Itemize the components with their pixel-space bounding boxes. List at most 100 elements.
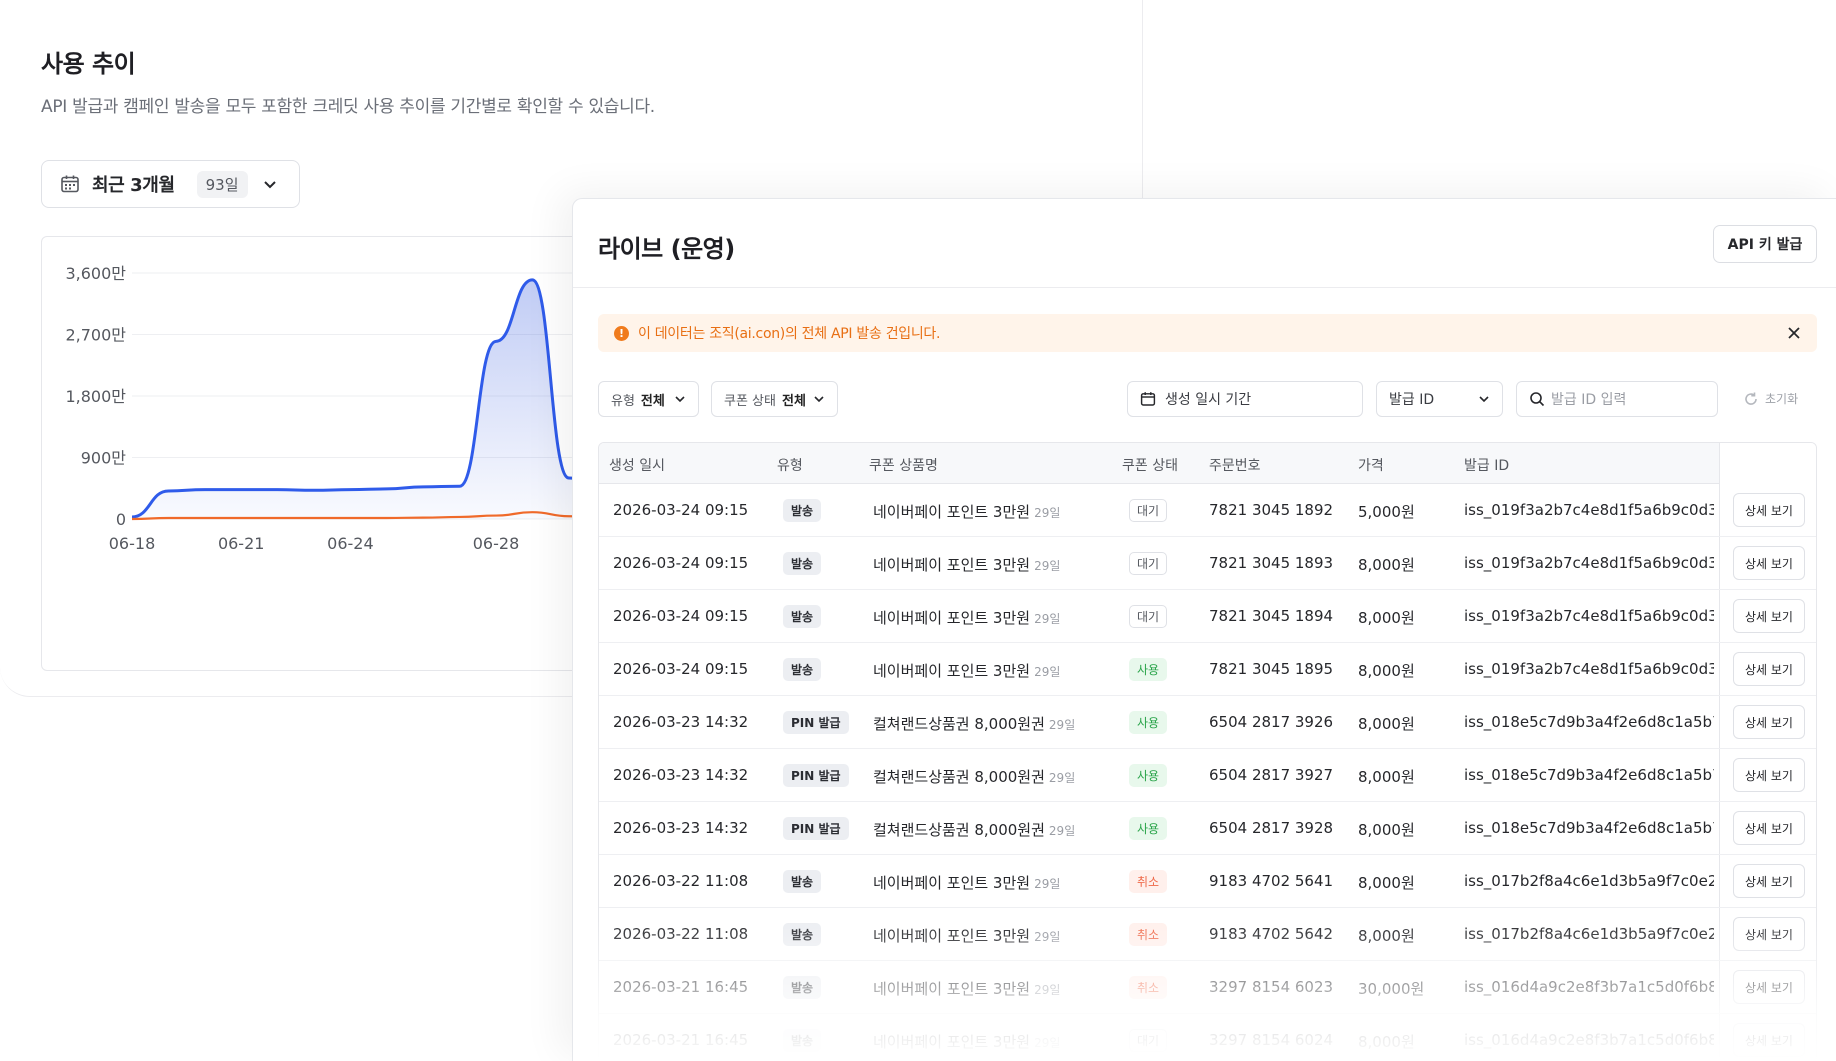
status-badge: 대기 [1129, 605, 1168, 628]
cell-created-at: 2026-03-22 11:08 [613, 872, 749, 890]
product-validity: 29일 [1034, 877, 1061, 891]
y-tick-label: 900만 [81, 449, 127, 468]
detail-button[interactable]: 상세 보기 [1733, 599, 1805, 633]
type-badge: PIN 발급 [783, 817, 849, 840]
cell-price: 8,000원 [1358, 821, 1415, 839]
detail-button[interactable]: 상세 보기 [1733, 864, 1805, 898]
calendar-icon [61, 175, 79, 193]
status-badge: 사용 [1129, 817, 1168, 840]
status-filter-key: 쿠폰 상태 [724, 393, 776, 409]
type-badge: 발송 [783, 1029, 822, 1052]
table-row: 2026-03-24 09:15 발송 네이버페이 포인트 3만원 29일 사용 7821… [599, 643, 1816, 696]
product-validity: 29일 [1034, 665, 1061, 679]
cell-type: 발송 [783, 552, 822, 575]
cell-type: PIN 발급 [783, 764, 849, 787]
type-filter[interactable]: 유형 전체 [598, 381, 699, 417]
cell-coupon-status: 사용 [1129, 817, 1168, 840]
status-badge: 대기 [1129, 1029, 1168, 1052]
cell-order-number: 6504 2817 3926 [1209, 713, 1334, 731]
usage-chart-card: 0 900만 1,800만 2,700만 3,600만 06-18 06-21 06-24 06… [41, 236, 601, 671]
search-icon [1530, 392, 1545, 407]
table-row: 2026-03-24 09:15 발송 네이버페이 포인트 3만원 29일 대기 7821… [599, 590, 1816, 643]
date-range-filter[interactable]: 생성 일시 기간 [1127, 381, 1363, 417]
api-key-button[interactable]: API 키 발급 [1713, 225, 1817, 263]
cell-price: 8,000원 [1358, 662, 1415, 680]
cell-price: 5,000원 [1358, 503, 1415, 521]
cell-product-name: 컬쳐랜드상품권 8,000원권 29일 [873, 713, 1075, 734]
refresh-icon [1745, 392, 1757, 405]
type-badge: 발송 [783, 923, 822, 946]
col-coupon-status: 쿠폰 상태 [1122, 458, 1178, 474]
cell-created-at: 2026-03-21 16:45 [613, 978, 749, 996]
cell-order-number: 9183 4702 5641 [1209, 872, 1334, 890]
calendar-icon [1140, 392, 1156, 406]
cell-type: 발송 [783, 870, 822, 893]
live-panel: 라이브 (운영) API 키 발급 ! 이 데이터는 조직(ai.con)의 전… [572, 198, 1836, 1061]
cell-type: 발송 [783, 499, 822, 522]
col-type: 유형 [777, 458, 803, 474]
cell-coupon-status: 취소 [1129, 976, 1168, 999]
cell-issuance-id: iss_019f3a2b7c4e8d1f5a6b9c0d3e7f [1464, 660, 1714, 678]
id-search-input[interactable]: 발급 ID 입력 [1516, 381, 1718, 417]
cell-issuance-id: iss_018e5c7d9b3a4f2e6d8c1a5b7f0e [1464, 819, 1714, 837]
usage-title: 사용 추이 [41, 50, 136, 78]
status-badge: 대기 [1129, 499, 1168, 522]
chevron-down-icon [263, 181, 276, 189]
cell-created-at: 2026-03-23 14:32 [613, 819, 749, 837]
detail-button[interactable]: 상세 보기 [1733, 493, 1805, 527]
product-name: 네이버페이 포인트 3만원 [873, 1033, 1031, 1051]
cell-issuance-id: iss_017b2f8a4c6e1d3b5a9f7c0e2d8b [1464, 925, 1714, 943]
cell-issuance-id: iss_019f3a2b7c4e8d1f5a6b9c0d3e7f [1464, 607, 1714, 625]
cell-order-number: 7821 3045 1893 [1209, 554, 1334, 572]
status-badge: 대기 [1129, 552, 1168, 575]
period-days-badge: 93일 [196, 170, 248, 198]
type-badge: PIN 발급 [783, 711, 849, 734]
cell-price: 8,000원 [1358, 768, 1415, 786]
product-name: 컬쳐랜드상품권 8,000원권 [873, 768, 1045, 786]
status-badge: 사용 [1129, 711, 1168, 734]
detail-button[interactable]: 상세 보기 [1733, 705, 1805, 739]
product-validity: 29일 [1034, 930, 1061, 944]
product-validity: 29일 [1048, 718, 1076, 732]
type-filter-value: 전체 [640, 393, 665, 409]
x-tick-label: 06-24 [327, 534, 374, 553]
close-icon[interactable] [1785, 324, 1803, 342]
detail-button[interactable]: 상세 보기 [1733, 811, 1805, 845]
detail-button[interactable]: 상세 보기 [1733, 546, 1805, 580]
status-badge: 취소 [1129, 923, 1168, 946]
status-filter[interactable]: 쿠폰 상태 전체 [711, 381, 838, 417]
cell-order-number: 3297 8154 6024 [1209, 1031, 1334, 1049]
product-validity: 29일 [1034, 1036, 1061, 1050]
cell-product-name: 네이버페이 포인트 3만원 29일 [873, 872, 1060, 893]
detail-button[interactable]: 상세 보기 [1733, 1023, 1805, 1057]
reset-button[interactable]: 초기화 [1743, 390, 1798, 407]
type-badge: 발송 [783, 658, 822, 681]
product-name: 네이버페이 포인트 3만원 [873, 980, 1031, 998]
cell-coupon-status: 사용 [1129, 658, 1168, 681]
period-select[interactable]: 최근 3개월 93일 [41, 160, 300, 208]
usage-chart: 0 900만 1,800만 2,700만 3,600만 06-18 06-21 06-24 06… [65, 264, 600, 553]
product-validity: 29일 [1034, 506, 1061, 520]
y-tick-label: 3,600만 [65, 264, 126, 283]
cell-created-at: 2026-03-23 14:32 [613, 713, 749, 731]
cell-created-at: 2026-03-21 16:45 [613, 1031, 749, 1049]
cell-created-at: 2026-03-22 11:08 [613, 925, 749, 943]
detail-button[interactable]: 상세 보기 [1733, 758, 1805, 792]
detail-button[interactable]: 상세 보기 [1733, 652, 1805, 686]
cell-price: 8,000원 [1358, 1033, 1415, 1051]
product-name: 네이버페이 포인트 3만원 [873, 556, 1031, 574]
cell-created-at: 2026-03-24 09:15 [613, 660, 749, 678]
live-header: 라이브 (운영) API 키 발급 [573, 199, 1836, 288]
cell-issuance-id: iss_016d4a9c2e8f3b7a1c5d0f6b8e2a [1464, 1031, 1714, 1049]
detail-button[interactable]: 상세 보기 [1733, 917, 1805, 951]
product-name: 네이버페이 포인트 3만원 [873, 874, 1031, 892]
cell-product-name: 컬쳐랜드상품권 8,000원권 29일 [873, 766, 1075, 787]
detail-button[interactable]: 상세 보기 [1733, 970, 1805, 1004]
status-badge: 사용 [1129, 764, 1168, 787]
x-tick-label: 06-28 [473, 534, 520, 553]
usage-description: API 발급과 캠페인 발송을 모두 포함한 크레딧 사용 추이를 기간별로 확… [41, 97, 655, 117]
col-issuance-id: 발급 ID [1464, 458, 1510, 474]
table-row: 2026-03-23 14:32 PIN 발급 컬쳐랜드상품권 8,000원권 29일… [599, 802, 1816, 855]
product-validity: 29일 [1034, 983, 1061, 997]
id-type-select[interactable]: 발급 ID [1376, 381, 1503, 417]
